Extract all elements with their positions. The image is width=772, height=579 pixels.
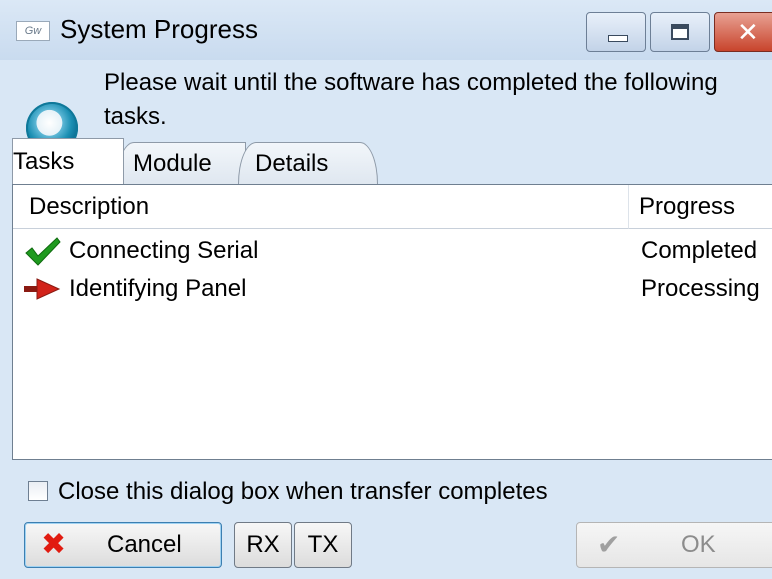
ok-check-icon: ✔ [597,529,621,560]
red-arrow-icon [24,278,61,300]
minimize-button[interactable] [586,12,646,52]
task-progress: Completed [641,237,758,264]
minimize-icon [608,35,628,42]
ok-button[interactable]: ✔ OK [576,522,772,568]
title-bar[interactable]: Gw System Progress ✕ [0,0,772,60]
task-description: Identifying Panel [69,275,247,302]
close-on-complete-label: Close this dialog box when transfer comp… [58,478,548,505]
app-logo-icon: Gw [16,21,50,41]
system-progress-dialog: Gw System Progress ✕ Please wait until t… [0,0,772,579]
column-header-description[interactable]: Description [13,185,629,229]
status-message: Please wait until the software has compl… [104,69,718,130]
rx-button[interactable]: RX [234,522,292,568]
column-header-progress[interactable]: Progress [629,185,772,229]
maximize-icon [671,24,689,40]
tab-details[interactable]: Details [238,142,378,184]
close-icon: ✕ [737,17,759,47]
table-row[interactable]: Identifying Panel Processing [13,269,772,309]
cancel-button[interactable]: ✖ Cancel [24,522,222,568]
tab-module[interactable]: Module [116,142,246,184]
task-description: Connecting Serial [69,237,259,264]
tab-tasks[interactable]: Tasks [12,138,124,184]
table-row[interactable]: Connecting Serial Completed [13,231,772,271]
window-title: System Progress [60,14,258,44]
ok-button-label: OK [681,531,716,558]
cancel-x-icon: ✖ [41,528,67,561]
close-button[interactable]: ✕ [714,12,772,52]
maximize-button[interactable] [650,12,710,52]
green-check-icon [25,237,61,266]
tab-tasks-label: Tasks [13,148,75,175]
cancel-button-label: Cancel [107,531,182,558]
task-list: Description Progress Connecting Serial C… [12,184,772,460]
task-progress: Processing [641,275,760,302]
tab-module-label: Module [133,150,212,177]
tab-details-label: Details [255,150,329,177]
close-on-complete-checkbox[interactable] [28,481,48,501]
tx-button[interactable]: TX [294,522,352,568]
